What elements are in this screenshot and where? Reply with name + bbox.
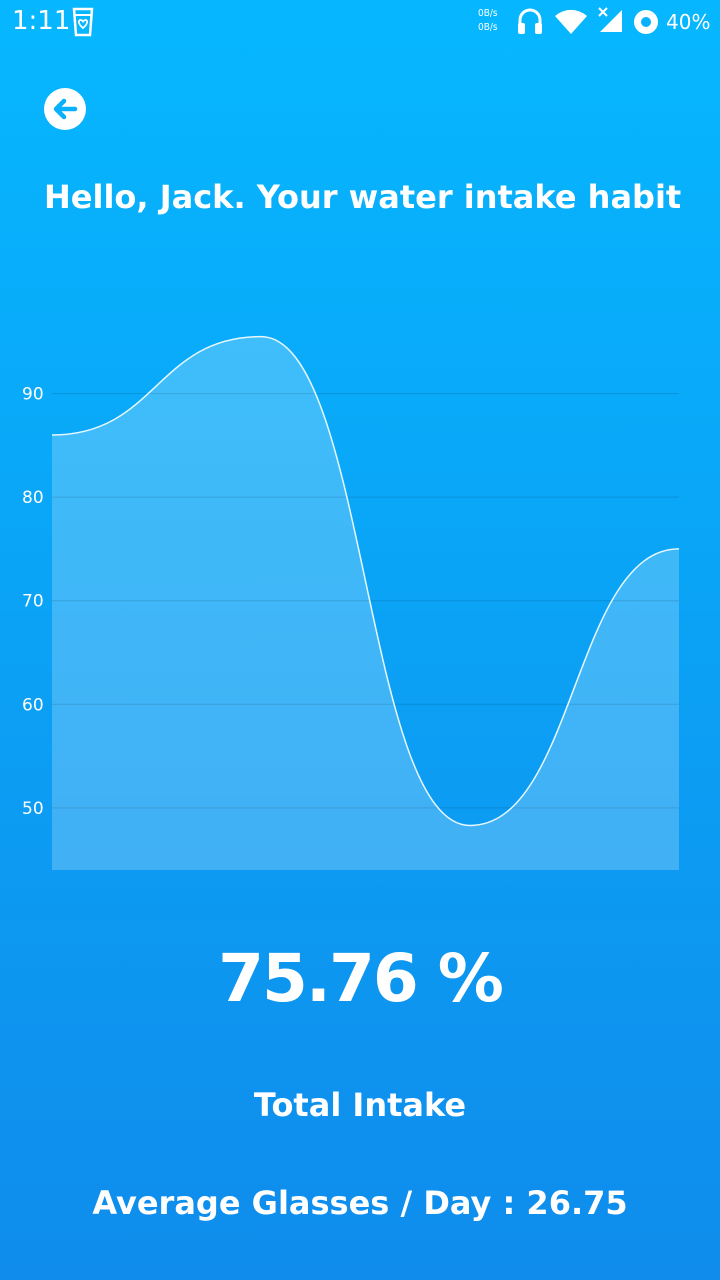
arrow-left-icon [53, 98, 78, 120]
intake-percent: 75.76 % [218, 940, 504, 1017]
y-tick-label: 50 [22, 799, 44, 819]
network-speed: 0B/s 0B/s [478, 7, 498, 35]
intake-area-fill [52, 336, 679, 870]
wifi-icon [555, 9, 587, 34]
average-glasses-label: Average Glasses / Day : [92, 1184, 527, 1222]
average-glasses: Average Glasses / Day : 26.75 [0, 1184, 720, 1222]
back-button[interactable] [44, 88, 86, 130]
headphones-icon [518, 8, 542, 34]
status-time: 1:11 [12, 6, 71, 36]
y-tick-label: 90 [22, 385, 44, 405]
net-up-text: 0B/s [478, 8, 498, 19]
average-glasses-value: 26.75 [526, 1184, 628, 1222]
y-tick-label: 60 [22, 695, 44, 715]
y-tick-label: 80 [22, 488, 44, 508]
cup-heart-icon [72, 7, 94, 37]
y-tick-label: 70 [22, 592, 44, 612]
status-bar: 1:11 0B/s 0B/s 40% [0, 0, 720, 48]
signal-off-icon [598, 7, 622, 32]
record-icon [634, 10, 658, 34]
page-title: Hello, Jack. Your water intake habit [44, 178, 682, 216]
total-intake-label: Total Intake [253, 1086, 467, 1124]
battery-percent: 40% [666, 10, 711, 34]
net-down-text: 0B/s [478, 22, 498, 33]
intake-area-chart: 90 80 70 60 50 [22, 335, 680, 870]
